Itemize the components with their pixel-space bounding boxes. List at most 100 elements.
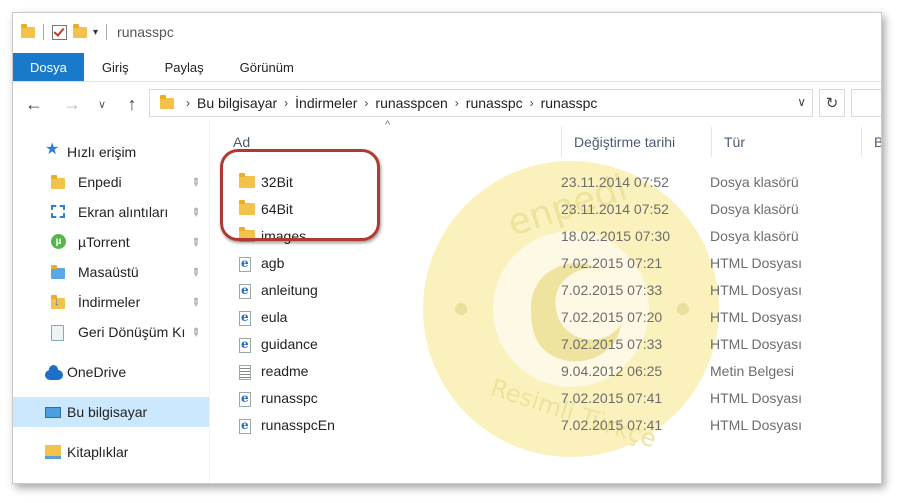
pin-icon[interactable]: ✎: [188, 234, 204, 250]
file-row[interactable]: runasspc 7.02.2015 07:41 HTML Dosyası: [221, 385, 821, 412]
nav-item-utorrent[interactable]: µ µTorrent ✎: [13, 227, 209, 257]
ribbon-tabs: Dosya Giriş Paylaş Görünüm: [13, 53, 881, 82]
file-name: readme: [261, 363, 309, 379]
divider: [106, 24, 108, 40]
star-icon: ★: [45, 141, 60, 158]
file-name: eula: [261, 309, 288, 325]
nav-item-onedrive[interactable]: OneDrive: [13, 357, 209, 387]
tab-share[interactable]: Paylaş: [147, 53, 222, 81]
column-header-date-modified[interactable]: Değiştirme tarihi: [561, 127, 711, 157]
breadcrumb-runasspc[interactable]: runasspc: [463, 95, 526, 111]
column-header-type[interactable]: Tür: [711, 127, 861, 157]
address-bar[interactable]: › Bu bilgisayar › İndirmeler › runasspce…: [149, 89, 813, 117]
desktop-folder-icon: [51, 265, 65, 279]
nav-item-screenshots[interactable]: Ekran alıntıları ✎: [13, 197, 209, 227]
pc-icon: [45, 407, 61, 418]
file-date: 23.11.2014 07:52: [561, 174, 669, 190]
pin-icon[interactable]: ✎: [188, 294, 204, 310]
nav-item-downloads[interactable]: İndirmeler ✎: [13, 287, 209, 317]
file-row[interactable]: readme 9.04.2012 06:25 Metin Belgesi: [221, 358, 821, 385]
file-date: 7.02.2015 07:20: [561, 309, 663, 325]
up-button[interactable]: ↑: [121, 94, 143, 115]
breadcrumb-separator: ›: [186, 96, 190, 110]
pane-divider[interactable]: [209, 121, 210, 483]
forward-button[interactable]: →: [61, 94, 83, 115]
library-icon: [45, 445, 61, 459]
file-type: HTML Dosyası: [710, 309, 803, 325]
file-row[interactable]: anleitung 7.02.2015 07:33 HTML Dosyası: [221, 277, 821, 304]
nav-item-label: Masaüstü: [78, 264, 139, 280]
divider: [43, 24, 44, 40]
address-history-dropdown[interactable]: ∨: [797, 95, 806, 109]
file-date: 7.02.2015 07:21: [561, 255, 663, 271]
file-row[interactable]: guidance 7.02.2015 07:33 HTML Dosyası: [221, 331, 821, 358]
window-title: runasspc: [117, 24, 174, 40]
nav-item-this-pc[interactable]: Bu bilgisayar: [13, 397, 209, 427]
pin-icon[interactable]: ✎: [188, 264, 204, 280]
navigation-bar: ← → ∨ ↑ › Bu bilgisayar › İndirmeler › r…: [13, 89, 881, 119]
tab-home[interactable]: Giriş: [84, 53, 147, 81]
column-header-size[interactable]: Bo: [861, 127, 881, 157]
text-file-icon: [239, 365, 251, 380]
file-date: 9.04.2012 06:25: [561, 363, 663, 379]
search-input[interactable]: [851, 89, 881, 117]
file-date: 18.02.2015 07:30: [561, 228, 670, 244]
file-date: 23.11.2014 07:52: [561, 201, 669, 217]
new-folder-icon[interactable]: [73, 23, 87, 38]
pin-icon[interactable]: ✎: [188, 204, 204, 220]
file-row[interactable]: eula 7.02.2015 07:20 HTML Dosyası: [221, 304, 821, 331]
downloads-icon: [51, 295, 65, 309]
nav-item-label: Bu bilgisayar: [67, 404, 148, 420]
cloud-icon: [45, 365, 63, 380]
nav-item-desktop[interactable]: Masaüstü ✎: [13, 257, 209, 287]
nav-item-libraries[interactable]: Kitaplıklar: [13, 437, 209, 467]
customize-toolbar-button[interactable]: ▾: [93, 27, 98, 38]
file-type: HTML Dosyası: [710, 282, 803, 298]
navigation-pane: ★ Hızlı erişim Enpedi ✎ Ekran alıntıları…: [13, 133, 209, 483]
properties-icon[interactable]: [52, 24, 67, 40]
nav-item-label: µTorrent: [78, 234, 130, 250]
file-type: Dosya klasörü: [710, 228, 799, 244]
html-file-icon: [239, 337, 251, 353]
file-row[interactable]: agb 7.02.2015 07:21 HTML Dosyası: [221, 250, 821, 277]
nav-item-enpedi[interactable]: Enpedi ✎: [13, 167, 209, 197]
highlight-annotation: [220, 149, 380, 241]
tab-view[interactable]: Görünüm: [222, 53, 312, 81]
file-type: Dosya klasörü: [710, 201, 799, 217]
file-type: Metin Belgesi: [710, 363, 795, 379]
nav-item-label: OneDrive: [67, 364, 127, 380]
html-file-icon: [239, 391, 251, 407]
nav-item-quick-access[interactable]: ★ Hızlı erişim: [13, 137, 209, 167]
breadcrumb-separator: ›: [454, 96, 459, 110]
nav-item-label: Kitaplıklar: [67, 444, 129, 460]
nav-item-recycle-bin[interactable]: Geri Dönüşüm Kı ✎: [13, 317, 209, 347]
file-type: HTML Dosyası: [710, 390, 803, 406]
file-date: 7.02.2015 07:41: [561, 390, 663, 406]
refresh-button[interactable]: ↻: [819, 89, 845, 117]
file-date: 7.02.2015 07:41: [561, 417, 663, 433]
breadcrumb-separator: ›: [284, 96, 289, 110]
file-row[interactable]: runasspcEn 7.02.2015 07:41 HTML Dosyası: [221, 412, 821, 439]
recycle-bin-icon: [51, 325, 64, 341]
file-name: anleitung: [261, 282, 318, 298]
breadcrumb-downloads[interactable]: İndirmeler: [292, 95, 360, 111]
file-type: HTML Dosyası: [710, 336, 803, 352]
breadcrumb-this-pc[interactable]: Bu bilgisayar: [194, 95, 280, 111]
nav-item-label: Hızlı erişim: [67, 144, 137, 160]
utorrent-icon: µ: [51, 234, 66, 249]
recent-locations-button[interactable]: ∨: [93, 98, 111, 111]
nav-item-label: Geri Dönüşüm Kı: [78, 324, 186, 340]
breadcrumb-runasspcen[interactable]: runasspcen: [372, 95, 450, 111]
folder-icon: [21, 23, 35, 38]
pin-icon[interactable]: ✎: [188, 324, 204, 340]
file-type: HTML Dosyası: [710, 417, 803, 433]
breadcrumb-separator: ›: [529, 96, 534, 110]
back-button[interactable]: ←: [23, 94, 45, 115]
tab-file[interactable]: Dosya: [13, 53, 84, 81]
folder-icon: [51, 175, 65, 189]
folder-icon: [160, 94, 174, 109]
html-file-icon: [239, 418, 251, 434]
file-type: HTML Dosyası: [710, 255, 803, 271]
breadcrumb-runasspc-current[interactable]: runasspc: [538, 95, 601, 111]
pin-icon[interactable]: ✎: [188, 174, 204, 190]
